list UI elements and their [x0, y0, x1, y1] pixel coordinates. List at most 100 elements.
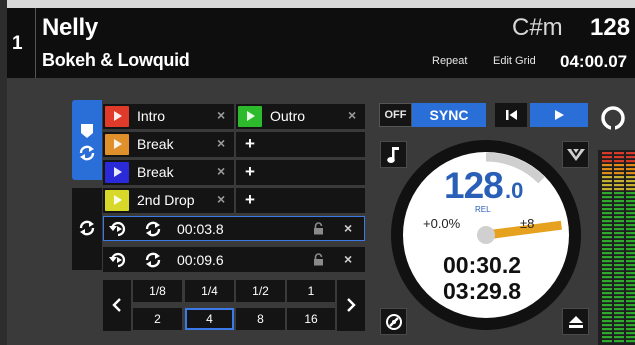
- meter-segment: [614, 320, 624, 323]
- meter-segment: [614, 252, 624, 255]
- meter-segment: [626, 284, 635, 287]
- edit-grid-button[interactable]: Edit Grid: [493, 55, 536, 67]
- add-hotcue-button[interactable]: +: [245, 134, 255, 154]
- meter-segment: [626, 308, 635, 311]
- top-frame: [0, 0, 635, 8]
- loop-size-1[interactable]: 1: [287, 280, 335, 302]
- hotcue-2-label: Outro: [270, 108, 306, 124]
- hotcue-2-play-button[interactable]: [238, 106, 262, 127]
- hotcue-2[interactable]: Outro ×: [236, 104, 365, 129]
- meter-segment: [602, 200, 612, 203]
- meter-segment: [614, 224, 624, 227]
- hotcue-5-delete-button[interactable]: ×: [217, 191, 225, 207]
- hotcue-slot-empty[interactable]: +: [236, 132, 365, 157]
- meter-segment: [626, 228, 635, 231]
- sync-button[interactable]: SYNC: [412, 103, 486, 127]
- loop-size-4[interactable]: 4: [185, 308, 234, 330]
- meter-segment: [602, 260, 612, 263]
- loop-halve-button[interactable]: [103, 280, 131, 331]
- loop-icon: [79, 220, 95, 236]
- loop-size-16[interactable]: 16: [287, 308, 335, 330]
- meter-segment: [602, 284, 612, 287]
- loop-size-1-4[interactable]: 1/4: [185, 280, 234, 302]
- meter-segment: [626, 300, 635, 303]
- meter-segment: [602, 192, 612, 195]
- meter-segment: [602, 196, 612, 199]
- meter-segment: [602, 320, 612, 323]
- chevron-left-icon: [112, 298, 121, 312]
- meter-segment: [614, 268, 624, 271]
- hotcue-mode-tab[interactable]: [72, 100, 102, 180]
- meter-segment: [626, 164, 635, 167]
- cue-marker-icon: [81, 124, 93, 138]
- sync-off-button[interactable]: OFF: [379, 103, 412, 127]
- add-hotcue-button[interactable]: +: [245, 162, 255, 182]
- hotcue-3[interactable]: Break ×: [103, 132, 234, 157]
- play-icon: [114, 167, 122, 177]
- add-hotcue-button[interactable]: +: [245, 190, 255, 210]
- prev-track-icon: [506, 110, 517, 120]
- hotcue-3-delete-button[interactable]: ×: [217, 135, 225, 151]
- meter-segment: [614, 216, 624, 219]
- hotcue-slot-empty[interactable]: +: [236, 188, 365, 213]
- meter-segment: [602, 296, 612, 299]
- meter-segment: [602, 276, 612, 279]
- hotcue-4[interactable]: Break ×: [103, 160, 234, 185]
- meter-segment: [626, 216, 635, 219]
- meter-segment: [602, 188, 612, 191]
- hotcue-2-delete-button[interactable]: ×: [348, 107, 356, 123]
- hotcue-1-delete-button[interactable]: ×: [217, 107, 225, 123]
- key-lock-icon[interactable]: [600, 103, 626, 133]
- hotcue-5-play-button[interactable]: [105, 190, 129, 211]
- meter-segment: [626, 312, 635, 315]
- hotcue-4-delete-button[interactable]: ×: [217, 163, 225, 179]
- meter-segment: [626, 244, 635, 247]
- meter-segment: [614, 212, 624, 215]
- previous-track-button[interactable]: [495, 103, 527, 127]
- meter-segment: [602, 316, 612, 319]
- saved-loop-2[interactable]: 00:09.6 ×: [103, 247, 365, 272]
- meter-segment: [614, 236, 624, 239]
- meter-segment: [602, 256, 612, 259]
- track-artist: Bokeh & Lowquid: [42, 50, 190, 70]
- meter-segment: [602, 288, 612, 291]
- meter-segment: [626, 328, 635, 331]
- loop-size-1-2[interactable]: 1/2: [236, 280, 285, 302]
- hotcue-slot-empty[interactable]: +: [236, 160, 365, 185]
- loop-mode-tab[interactable]: [72, 188, 102, 270]
- loop-size-8[interactable]: 8: [236, 308, 285, 330]
- meter-segment: [602, 228, 612, 231]
- lock-icon[interactable]: [313, 253, 324, 266]
- play-button[interactable]: [530, 103, 588, 127]
- meter-segment: [614, 324, 624, 327]
- hotcue-4-play-button[interactable]: [105, 162, 129, 183]
- lock-icon[interactable]: [313, 222, 324, 235]
- meter-segment: [614, 196, 624, 199]
- meter-segment: [626, 188, 635, 191]
- meter-segment: [602, 324, 612, 327]
- play-icon: [114, 195, 122, 205]
- meter-segment: [614, 264, 624, 267]
- meter-segment: [614, 156, 624, 159]
- hotcue-3-play-button[interactable]: [105, 134, 129, 155]
- meter-segment: [602, 220, 612, 223]
- play-icon: [114, 111, 122, 121]
- saved-loop-1[interactable]: 00:03.8 ×: [103, 216, 365, 241]
- saved-loop-2-delete-button[interactable]: ×: [344, 251, 352, 267]
- meter-segment: [614, 304, 624, 307]
- hotcue-1[interactable]: Intro ×: [103, 104, 234, 129]
- meter-segment: [626, 272, 635, 275]
- repeat-button[interactable]: Repeat: [432, 55, 467, 67]
- meter-segment: [626, 332, 635, 335]
- hotcue-5[interactable]: 2nd Drop ×: [103, 188, 234, 213]
- hotcue-1-play-button[interactable]: [105, 106, 129, 127]
- loop-size-2[interactable]: 2: [133, 308, 182, 330]
- meter-segment: [614, 336, 624, 339]
- chevron-right-icon: [347, 298, 356, 312]
- meter-segment: [626, 224, 635, 227]
- saved-loop-1-delete-button[interactable]: ×: [344, 220, 352, 236]
- meter-segment: [602, 264, 612, 267]
- loop-double-button[interactable]: [337, 280, 365, 331]
- loop-size-1-8[interactable]: 1/8: [133, 280, 182, 302]
- meter-segment: [626, 320, 635, 323]
